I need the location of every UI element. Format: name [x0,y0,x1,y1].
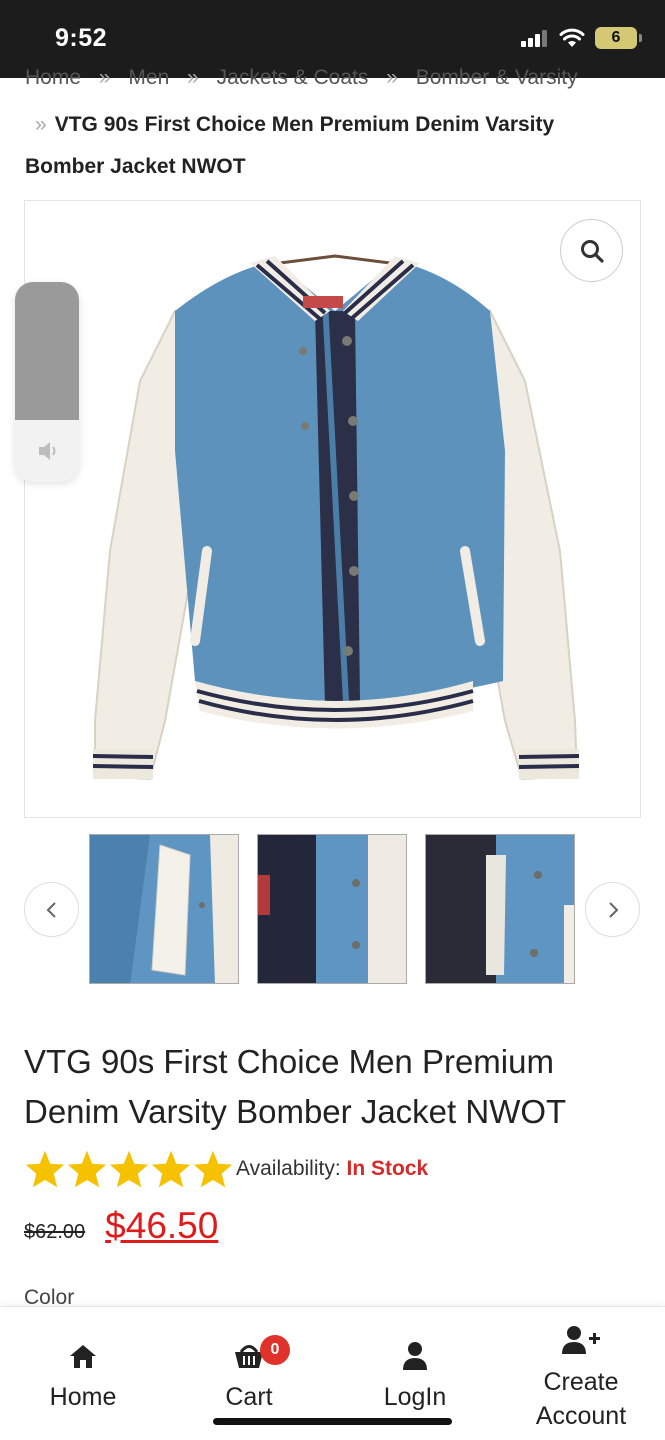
wifi-icon [559,28,585,47]
price-row: $62.00 $46.50 [24,1205,218,1247]
sale-price: $46.50 [105,1205,219,1246]
stock-status: In Stock [346,1157,429,1180]
chevron-left-icon [46,901,56,918]
thumbnail-image [426,835,574,983]
thumbnail-next-button[interactable] [585,882,640,937]
jacket-photo [92,254,580,781]
status-time: 9:52 [55,24,108,52]
volume-level [15,282,79,420]
star-icon [109,1150,149,1188]
breadcrumb-separator: » [386,66,398,89]
star-icon [67,1150,107,1188]
product-image[interactable] [24,200,641,818]
breadcrumb-men[interactable]: Men [128,66,169,89]
nav-create-account-label: Create Account [498,1365,664,1433]
star-rating [24,1149,234,1189]
zoom-button[interactable] [560,219,623,282]
breadcrumb: Home » Men » Jackets & Coats » Bomber & … [25,66,645,90]
user-plus-icon [562,1326,600,1354]
thumbnail-3[interactable] [425,834,575,984]
nav-cart-label: Cart [225,1383,273,1411]
home-icon [70,1345,96,1368]
breadcrumb-home[interactable]: Home [25,66,81,89]
search-icon [580,239,604,263]
volume-hud[interactable] [15,282,79,482]
thumbnail-2[interactable] [257,834,407,984]
availability: Availability: In Stock [236,1157,428,1181]
breadcrumb-bomber-varsity[interactable]: Bomber & Varsity [416,66,578,89]
nav-create-account[interactable]: Create Account [498,1307,664,1440]
star-icon [151,1150,191,1188]
signal-icon [521,30,547,47]
breadcrumb-jackets-coats[interactable]: Jackets & Coats [217,66,369,89]
thumbnail-image [90,835,238,983]
chevron-right-icon [608,901,618,918]
breadcrumb-current-label: VTG 90s First Choice Men Premium Denim V… [25,113,555,178]
nav-login-label: LogIn [383,1383,447,1411]
thumbnail-image [258,835,406,983]
speaker-icon [39,442,56,460]
user-icon [403,1342,427,1370]
rating-row: Availability: In Stock [24,1148,428,1190]
breadcrumb-separator: » [98,66,111,89]
cart-count-badge: 0 [260,1335,290,1365]
breadcrumb-current: » VTG 90s First Choice Men Premium Denim … [25,104,625,188]
breadcrumb-separator: » [187,66,199,89]
star-icon [25,1150,65,1188]
status-icons: 6 [521,27,642,49]
home-indicator [213,1418,452,1425]
product-title: VTG 90s First Choice Men Premium Denim V… [24,1043,567,1130]
battery-icon: 6 [595,27,642,49]
thumbnail-1[interactable] [89,834,239,984]
nav-home-label: Home [49,1383,117,1411]
nav-home[interactable]: Home [0,1307,166,1440]
breadcrumb-separator: » [35,113,47,136]
availability-label: Availability: [236,1157,341,1180]
original-price: $62.00 [24,1221,86,1243]
thumbnail-prev-button[interactable] [24,882,79,937]
star-icon [193,1150,233,1188]
nav-create-line2: Account [535,1402,627,1430]
nav-create-line1: Create [543,1368,619,1396]
